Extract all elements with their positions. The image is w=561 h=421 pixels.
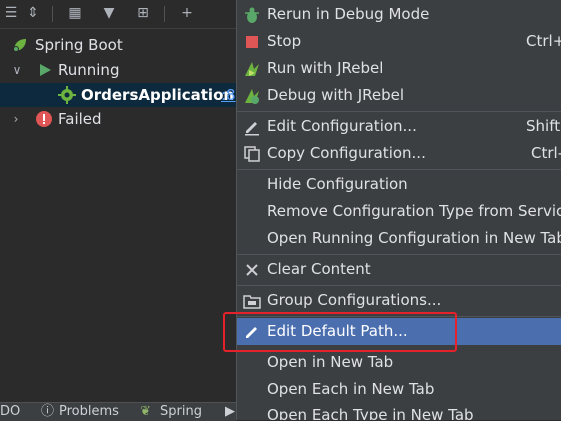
debug-rerun-icon: [245, 7, 259, 23]
menu-item-edit-configuration[interactable]: Edit Configuration... Shift+: [237, 113, 561, 140]
menu-separator: [237, 316, 561, 317]
tree-node-spring-boot[interactable]: Spring Boot: [0, 33, 236, 57]
tree-node-running[interactable]: ∨ Running: [0, 58, 236, 82]
menu-item-label: Run with JRebel: [267, 59, 384, 77]
menu-item-stop[interactable]: Stop Ctrl+: [237, 28, 561, 55]
error-icon: [36, 111, 52, 127]
menu-item-label: Remove Configuration Type from Service: [267, 202, 561, 220]
menu-item-label: Stop: [267, 32, 302, 50]
context-menu: Rerun in Debug Mode Stop Ctrl+ Run with …: [236, 0, 561, 420]
menu-item-hide-configuration[interactable]: Hide Configuration: [237, 171, 561, 198]
problems-icon: ⓘ: [41, 404, 55, 419]
menu-item-open-each-type-in-new-tab[interactable]: Open Each Type in New Tab: [237, 402, 561, 420]
folder-group-icon: [243, 295, 261, 309]
close-icon: [246, 264, 258, 276]
menu-separator: [237, 111, 561, 112]
expand-all-icon[interactable]: ☰: [0, 4, 22, 22]
app-port-link[interactable]: :8: [221, 83, 236, 107]
menu-item-label: Hide Configuration: [267, 175, 408, 193]
spring-leaf-icon: [13, 39, 26, 52]
app-name-label: OrdersApplication: [81, 86, 235, 104]
spring-app-icon: [58, 86, 76, 104]
menu-item-clear-content[interactable]: Clear Content: [237, 256, 561, 283]
menu-separator: [237, 254, 561, 255]
chevron-right-icon[interactable]: ›: [9, 107, 23, 131]
menu-item-shortcut: Ctrl+: [526, 32, 561, 50]
filter-icon[interactable]: ▼: [98, 4, 120, 22]
jrebel-debug-icon: [245, 89, 259, 104]
pencil-icon: [246, 327, 257, 338]
stop-icon: [246, 36, 258, 48]
menu-item-copy-configuration[interactable]: Copy Configuration... Ctrl-: [237, 140, 561, 167]
collapse-all-icon[interactable]: ⇕: [22, 4, 44, 22]
menu-item-label: Clear Content: [267, 260, 371, 278]
run-icon: [40, 64, 51, 76]
spring-icon: ❦: [140, 404, 151, 419]
chevron-down-icon[interactable]: ∨: [10, 58, 24, 82]
menu-separator: [237, 169, 561, 170]
toolbar-divider: [52, 6, 53, 22]
menu-item-label: Open Each Type in New Tab: [267, 406, 474, 420]
problems-tab[interactable]: Problems: [59, 403, 119, 421]
menu-item-shortcut: Shift+: [526, 117, 561, 135]
services-toolbar: ☰ ⇕ ▦ ▼ ⊞ +: [0, 0, 236, 29]
menu-separator: [237, 285, 561, 286]
menu-item-group-configurations[interactable]: Group Configurations...: [237, 287, 561, 314]
menu-item-label: Edit Default Path...: [267, 322, 408, 340]
menu-item-shortcut: Ctrl-: [531, 144, 561, 162]
bottom-tool-tabs: DO ⓘ Problems ❦ Spring ▶: [0, 402, 236, 421]
tree-node-orders-application[interactable]: OrdersApplication :8: [0, 83, 236, 107]
add-service-icon[interactable]: +: [176, 4, 198, 22]
toolbar-divider: [164, 6, 165, 22]
tree-node-label: Running: [58, 61, 120, 79]
menu-item-run-jrebel[interactable]: Run with JRebel: [237, 55, 561, 82]
tree-node-failed[interactable]: › Failed: [0, 107, 236, 131]
menu-item-rerun-debug[interactable]: Rerun in Debug Mode: [237, 1, 561, 28]
menu-item-label: Copy Configuration...: [267, 144, 426, 162]
menu-item-open-running-config-new-tab[interactable]: Open Running Configuration in New Tab: [237, 225, 561, 252]
menu-item-label: Group Configurations...: [267, 291, 442, 309]
menu-item-label: Edit Configuration...: [267, 117, 417, 135]
jrebel-run-icon: [245, 62, 259, 76]
group-by-icon[interactable]: ▦: [64, 4, 86, 22]
menu-item-edit-default-path[interactable]: Edit Default Path...: [237, 318, 561, 345]
copy-icon: [244, 146, 260, 162]
tree-node-label: Failed: [58, 110, 102, 128]
new-tab-icon[interactable]: ⊞: [132, 4, 154, 22]
terminal-icon: ▶: [225, 404, 235, 419]
menu-item-label: Open in New Tab: [267, 353, 394, 371]
pencil-icon: [245, 122, 259, 136]
menu-item-label: Rerun in Debug Mode: [267, 5, 430, 23]
menu-item-debug-jrebel[interactable]: Debug with JRebel: [237, 82, 561, 109]
menu-item-label: Open Running Configuration in New Tab: [267, 229, 561, 247]
menu-item-label: Debug with JRebel: [267, 86, 405, 104]
services-tool-window: ☰ ⇕ ▦ ▼ ⊞ + Spring Boot ∨ Running Orders: [0, 0, 236, 421]
menu-item-remove-configuration-type[interactable]: Remove Configuration Type from Service: [237, 198, 561, 225]
menu-item-open-each-in-new-tab[interactable]: Open Each in New Tab: [237, 376, 561, 403]
menu-item-label: Open Each in New Tab: [267, 380, 435, 398]
menu-item-open-in-new-tab[interactable]: Open in New Tab: [237, 349, 561, 376]
spring-tab[interactable]: Spring: [160, 403, 202, 421]
tree-node-label: Spring Boot: [35, 36, 123, 54]
todo-tab[interactable]: DO: [0, 403, 20, 421]
